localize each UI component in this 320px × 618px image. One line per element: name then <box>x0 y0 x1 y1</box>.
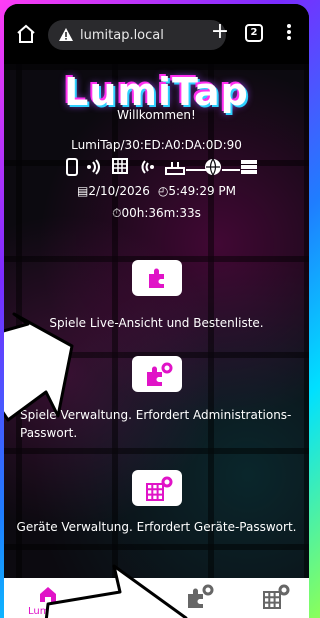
uptime-row: ⏱00h:36m:33s <box>4 206 309 221</box>
globe-icon <box>205 158 221 176</box>
wifi-icon <box>141 160 154 174</box>
device-admin-button[interactable] <box>132 470 182 506</box>
phone-icon <box>66 158 78 176</box>
warning-icon <box>59 28 73 41</box>
network-line-2 <box>222 169 240 171</box>
uptime-text: 00h:36m:33s <box>121 206 201 220</box>
device-id: LumiTap/30:ED:A0:DA:0D:90 <box>71 138 242 152</box>
welcome-text: Willkommen! <box>117 108 196 122</box>
browser-toolbar: lumitap.local + 2 <box>4 4 309 64</box>
grid-icon <box>112 158 128 174</box>
puzzle-icon <box>149 268 164 288</box>
grid-gear-icon <box>263 584 290 609</box>
puzzle-gear-icon <box>147 362 173 386</box>
status-icons <box>66 158 266 178</box>
router-icon <box>165 162 185 175</box>
tab-count-button[interactable]: 2 <box>245 24 263 42</box>
grid-gear-icon <box>146 476 173 501</box>
game-admin-button[interactable] <box>132 356 182 392</box>
live-view-button[interactable] <box>132 260 182 296</box>
pointer-arrow-annotation-2 <box>44 564 188 618</box>
address-bar[interactable]: lumitap.local <box>48 20 226 50</box>
new-tab-button[interactable]: + <box>210 21 230 43</box>
device-admin-label: Geräte Verwaltung. Erfordert Geräte-Pass… <box>16 520 297 534</box>
time-text: 5:49:29 PM <box>168 184 237 198</box>
nav-item-device-admin[interactable] <box>260 578 294 618</box>
puzzle-gear-icon <box>188 584 214 608</box>
signal-waves-icon <box>87 159 100 175</box>
pointer-arrow-annotation <box>4 312 74 422</box>
main-content: LumiTap Willkommen! LumiTap/30:ED:A0:DA:… <box>4 64 309 578</box>
home-icon[interactable] <box>14 22 38 46</box>
network-line <box>186 169 206 171</box>
clock-icon: ◴ <box>157 184 169 198</box>
calendar-icon: ▤ <box>76 184 89 198</box>
browser-menu-icon[interactable] <box>286 22 292 42</box>
date-text: 2/10/2026 <box>88 184 150 198</box>
date-time-row: ▤2/10/2026 ◴5:49:29 PM <box>4 184 309 198</box>
app-frame: lumitap.local + 2 LumiTap Willkommen! Lu… <box>4 4 309 618</box>
url-text: lumitap.local <box>80 27 164 43</box>
server-icon <box>241 160 257 174</box>
